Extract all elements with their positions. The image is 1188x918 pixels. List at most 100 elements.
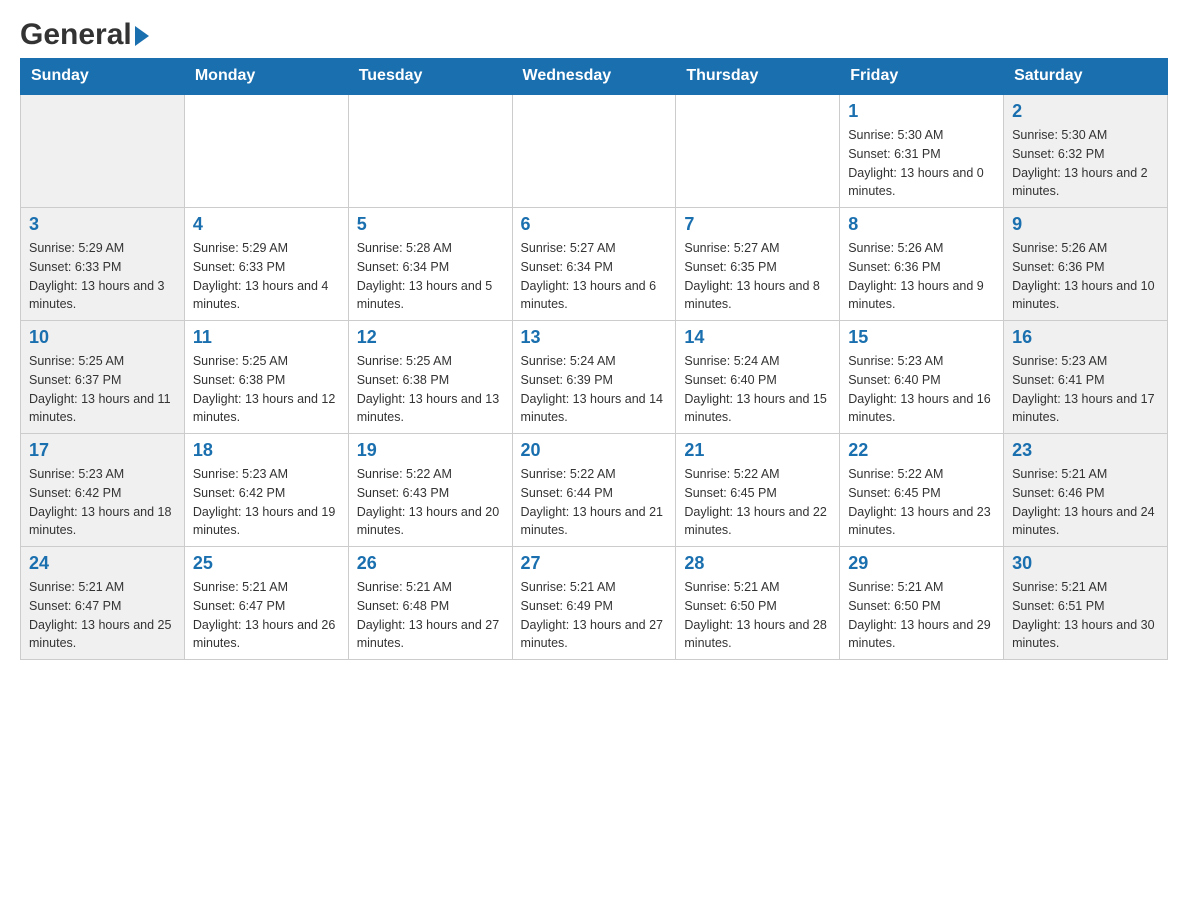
cell-sun-info: Sunrise: 5:22 AMSunset: 6:43 PMDaylight:… [357, 465, 504, 540]
calendar-cell: 4 Sunrise: 5:29 AMSunset: 6:33 PMDaylight… [184, 208, 348, 321]
calendar-week-row: 3 Sunrise: 5:29 AMSunset: 6:33 PMDaylight… [21, 208, 1168, 321]
cell-sun-info: Sunrise: 5:24 AMSunset: 6:39 PMDaylight:… [521, 352, 668, 427]
cell-day-number: 25 [193, 553, 340, 574]
cell-day-number: 19 [357, 440, 504, 461]
calendar-cell: 29 Sunrise: 5:21 AMSunset: 6:50 PMDayligh… [840, 547, 1004, 660]
calendar-cell: 21Sunrise: 5:22 AMSunset: 6:45 PMDayligh… [676, 434, 840, 547]
calendar-cell: 5Sunrise: 5:28 AMSunset: 6:34 PMDaylight… [348, 208, 512, 321]
cell-sun-info: Sunrise: 5:29 AMSunset: 6:33 PMDaylight:… [29, 239, 176, 314]
calendar-cell: 6 Sunrise: 5:27 AMSunset: 6:34 PMDaylight… [512, 208, 676, 321]
cell-sun-info: Sunrise: 5:24 AMSunset: 6:40 PMDaylight:… [684, 352, 831, 427]
cell-day-number: 27 [521, 553, 668, 574]
cell-day-number: 3 [29, 214, 176, 235]
cell-day-number: 8 [848, 214, 995, 235]
calendar-cell: 12 Sunrise: 5:25 AMSunset: 6:38 PMDayligh… [348, 321, 512, 434]
calendar-cell: 2 Sunrise: 5:30 AMSunset: 6:32 PMDaylight… [1004, 94, 1168, 208]
calendar-cell: 23 Sunrise: 5:21 AMSunset: 6:46 PMDayligh… [1004, 434, 1168, 547]
calendar-week-row: 10 Sunrise: 5:25 AMSunset: 6:37 PMDayligh… [21, 321, 1168, 434]
cell-sun-info: Sunrise: 5:26 AMSunset: 6:36 PMDaylight:… [848, 239, 995, 314]
day-header-friday: Friday [840, 59, 1004, 95]
calendar-cell: 9Sunrise: 5:26 AMSunset: 6:36 PMDaylight… [1004, 208, 1168, 321]
calendar-cell: 8 Sunrise: 5:26 AMSunset: 6:36 PMDaylight… [840, 208, 1004, 321]
cell-sun-info: Sunrise: 5:23 AMSunset: 6:42 PMDaylight:… [193, 465, 340, 540]
logo: General [20, 20, 149, 48]
cell-day-number: 12 [357, 327, 504, 348]
cell-day-number: 17 [29, 440, 176, 461]
calendar-cell: 28 Sunrise: 5:21 AMSunset: 6:50 PMDayligh… [676, 547, 840, 660]
calendar-cell: 11Sunrise: 5:25 AMSunset: 6:38 PMDayligh… [184, 321, 348, 434]
calendar-cell: 10 Sunrise: 5:25 AMSunset: 6:37 PMDayligh… [21, 321, 185, 434]
day-header-tuesday: Tuesday [348, 59, 512, 95]
cell-day-number: 24 [29, 553, 176, 574]
calendar-header-row: SundayMondayTuesdayWednesdayThursdayFrid… [21, 59, 1168, 95]
cell-sun-info: Sunrise: 5:22 AMSunset: 6:45 PMDaylight:… [848, 465, 995, 540]
cell-day-number: 1 [848, 101, 995, 122]
calendar-cell: 3 Sunrise: 5:29 AMSunset: 6:33 PMDaylight… [21, 208, 185, 321]
cell-sun-info: Sunrise: 5:29 AMSunset: 6:33 PMDaylight:… [193, 239, 340, 314]
cell-sun-info: Sunrise: 5:22 AMSunset: 6:44 PMDaylight:… [521, 465, 668, 540]
cell-day-number: 30 [1012, 553, 1159, 574]
day-header-saturday: Saturday [1004, 59, 1168, 95]
calendar-cell: 30 Sunrise: 5:21 AMSunset: 6:51 PMDayligh… [1004, 547, 1168, 660]
cell-sun-info: Sunrise: 5:23 AMSunset: 6:41 PMDaylight:… [1012, 352, 1159, 427]
cell-sun-info: Sunrise: 5:21 AMSunset: 6:47 PMDaylight:… [193, 578, 340, 653]
cell-sun-info: Sunrise: 5:21 AMSunset: 6:49 PMDaylight:… [521, 578, 668, 653]
cell-day-number: 21 [684, 440, 831, 461]
cell-day-number: 26 [357, 553, 504, 574]
calendar-cell: 1 Sunrise: 5:30 AMSunset: 6:31 PMDaylight… [840, 94, 1004, 208]
calendar-cell: 18 Sunrise: 5:23 AMSunset: 6:42 PMDayligh… [184, 434, 348, 547]
cell-day-number: 20 [521, 440, 668, 461]
calendar-week-row: 17 Sunrise: 5:23 AMSunset: 6:42 PMDayligh… [21, 434, 1168, 547]
cell-day-number: 28 [684, 553, 831, 574]
cell-day-number: 15 [848, 327, 995, 348]
calendar-cell: 19 Sunrise: 5:22 AMSunset: 6:43 PMDayligh… [348, 434, 512, 547]
calendar-cell: 26 Sunrise: 5:21 AMSunset: 6:48 PMDayligh… [348, 547, 512, 660]
calendar-cell: 22Sunrise: 5:22 AMSunset: 6:45 PMDayligh… [840, 434, 1004, 547]
cell-sun-info: Sunrise: 5:26 AMSunset: 6:36 PMDaylight:… [1012, 239, 1159, 314]
day-header-thursday: Thursday [676, 59, 840, 95]
cell-day-number: 2 [1012, 101, 1159, 122]
cell-day-number: 4 [193, 214, 340, 235]
calendar-week-row: 1 Sunrise: 5:30 AMSunset: 6:31 PMDaylight… [21, 94, 1168, 208]
calendar-cell [348, 94, 512, 208]
day-header-monday: Monday [184, 59, 348, 95]
cell-day-number: 18 [193, 440, 340, 461]
calendar-cell: 16 Sunrise: 5:23 AMSunset: 6:41 PMDayligh… [1004, 321, 1168, 434]
cell-sun-info: Sunrise: 5:30 AMSunset: 6:32 PMDaylight:… [1012, 126, 1159, 201]
cell-sun-info: Sunrise: 5:23 AMSunset: 6:42 PMDaylight:… [29, 465, 176, 540]
cell-day-number: 23 [1012, 440, 1159, 461]
cell-sun-info: Sunrise: 5:30 AMSunset: 6:31 PMDaylight:… [848, 126, 995, 201]
cell-sun-info: Sunrise: 5:25 AMSunset: 6:37 PMDaylight:… [29, 352, 176, 427]
page-header: General [20, 20, 1168, 48]
calendar-cell: 15 Sunrise: 5:23 AMSunset: 6:40 PMDayligh… [840, 321, 1004, 434]
cell-sun-info: Sunrise: 5:23 AMSunset: 6:40 PMDaylight:… [848, 352, 995, 427]
calendar-cell: 24Sunrise: 5:21 AMSunset: 6:47 PMDayligh… [21, 547, 185, 660]
cell-sun-info: Sunrise: 5:21 AMSunset: 6:46 PMDaylight:… [1012, 465, 1159, 540]
cell-sun-info: Sunrise: 5:21 AMSunset: 6:50 PMDaylight:… [684, 578, 831, 653]
calendar-cell [184, 94, 348, 208]
cell-day-number: 7 [684, 214, 831, 235]
cell-day-number: 16 [1012, 327, 1159, 348]
calendar-cell: 20 Sunrise: 5:22 AMSunset: 6:44 PMDayligh… [512, 434, 676, 547]
cell-day-number: 14 [684, 327, 831, 348]
cell-day-number: 11 [193, 327, 340, 348]
calendar-cell: 13 Sunrise: 5:24 AMSunset: 6:39 PMDayligh… [512, 321, 676, 434]
cell-sun-info: Sunrise: 5:27 AMSunset: 6:35 PMDaylight:… [684, 239, 831, 314]
logo-arrow-icon [135, 26, 149, 46]
cell-sun-info: Sunrise: 5:21 AMSunset: 6:48 PMDaylight:… [357, 578, 504, 653]
day-header-wednesday: Wednesday [512, 59, 676, 95]
cell-day-number: 29 [848, 553, 995, 574]
calendar-cell: 14 Sunrise: 5:24 AMSunset: 6:40 PMDayligh… [676, 321, 840, 434]
calendar-cell: 7 Sunrise: 5:27 AMSunset: 6:35 PMDaylight… [676, 208, 840, 321]
cell-sun-info: Sunrise: 5:25 AMSunset: 6:38 PMDaylight:… [357, 352, 504, 427]
cell-sun-info: Sunrise: 5:21 AMSunset: 6:50 PMDaylight:… [848, 578, 995, 653]
cell-sun-info: Sunrise: 5:27 AMSunset: 6:34 PMDaylight:… [521, 239, 668, 314]
cell-day-number: 10 [29, 327, 176, 348]
cell-sun-info: Sunrise: 5:21 AMSunset: 6:51 PMDaylight:… [1012, 578, 1159, 653]
calendar-week-row: 24 Sunrise: 5:21 AMSunset: 6:47 PMDayligh… [21, 547, 1168, 660]
calendar-cell: 17 Sunrise: 5:23 AMSunset: 6:42 PMDayligh… [21, 434, 185, 547]
calendar-cell [512, 94, 676, 208]
cell-day-number: 13 [521, 327, 668, 348]
cell-day-number: 6 [521, 214, 668, 235]
logo-general-text: General [20, 20, 132, 50]
